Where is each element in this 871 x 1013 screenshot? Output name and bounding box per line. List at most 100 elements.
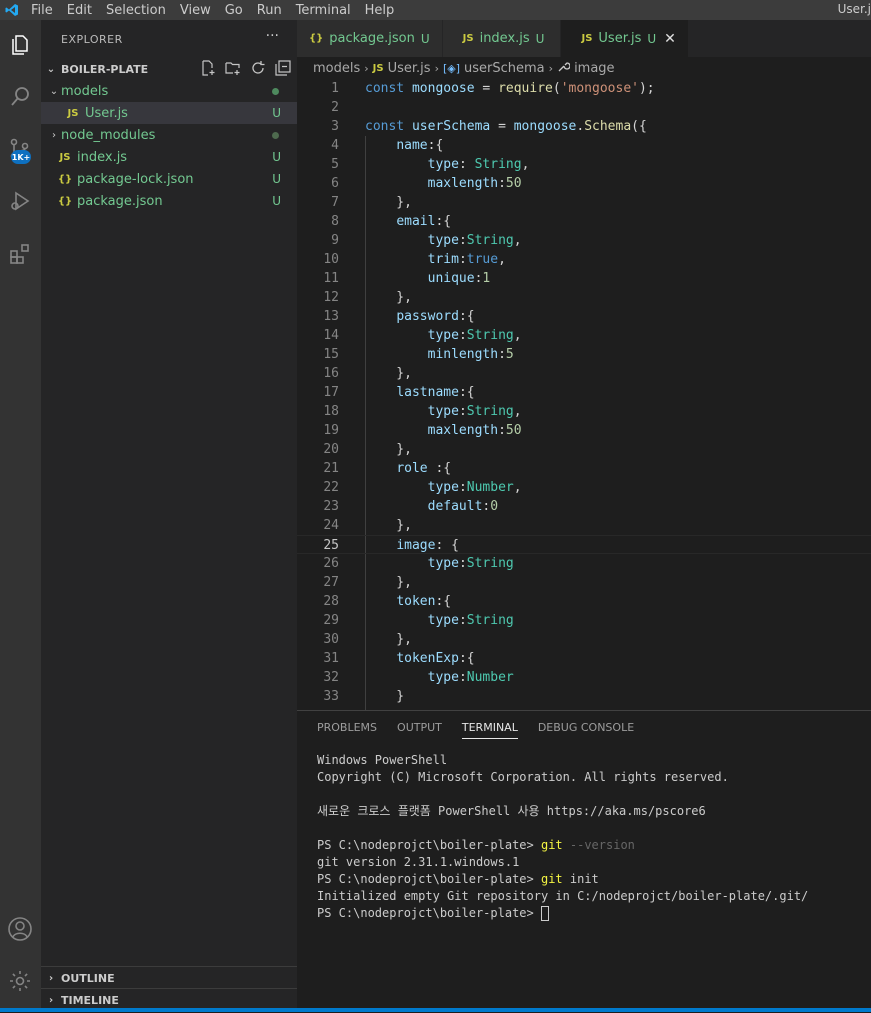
code-line[interactable]: 21 role :{	[297, 459, 871, 478]
menu-file[interactable]: File	[24, 3, 60, 18]
code-line[interactable]: 15 minlength:5	[297, 345, 871, 364]
line-number: 11	[323, 271, 339, 286]
breadcrumb-symbol-userschema[interactable]: userSchema	[464, 61, 545, 76]
editor-tabs: {} package.json U JS index.js U JS User.…	[297, 20, 871, 57]
code-line[interactable]: 27 },	[297, 573, 871, 592]
tree-file-index-js[interactable]: JS index.js U	[41, 146, 297, 168]
code-line[interactable]: 28 token:{	[297, 592, 871, 611]
code-text: type:String,	[427, 328, 522, 343]
code-line[interactable]: 3 const userSchema = mongoose.Schema({	[297, 117, 871, 136]
code-line[interactable]: 33 }	[297, 687, 871, 706]
tree-item-label: package-lock.json	[77, 171, 194, 187]
tree-file-package-json[interactable]: {} package.json U	[41, 190, 297, 212]
code-line[interactable]: 31 tokenExp:{	[297, 649, 871, 668]
code-line[interactable]: 12 },	[297, 288, 871, 307]
code-line[interactable]: 13 password:{	[297, 307, 871, 326]
code-text: email:{	[396, 214, 452, 229]
code-line[interactable]: 10 trim:true,	[297, 250, 871, 269]
code-text: trim:true,	[427, 252, 506, 267]
settings-icon[interactable]	[4, 965, 36, 997]
account-icon[interactable]	[4, 913, 36, 945]
tab-label: package.json	[329, 31, 415, 46]
tree-folder-models[interactable]: ⌄ models	[41, 80, 297, 102]
collapse-all-icon[interactable]	[275, 59, 291, 79]
project-header[interactable]: ⌄ BOILER-PLATE	[41, 58, 297, 80]
more-actions-button[interactable]: ···	[266, 28, 279, 44]
terminal-output[interactable]: Windows PowerShell Copyright (C) Microsof…	[317, 752, 808, 922]
tab-user-js[interactable]: JS User.js U ✕	[561, 20, 689, 57]
code-line[interactable]: 16 },	[297, 364, 871, 383]
tab-terminal[interactable]: TERMINAL	[461, 721, 518, 739]
tab-index-js[interactable]: JS index.js U	[442, 20, 562, 57]
explorer-icon[interactable]	[4, 29, 36, 61]
line-number: 33	[323, 689, 339, 704]
menu-go[interactable]: Go	[218, 3, 250, 18]
chevron-down-icon: ⌄	[46, 63, 56, 75]
breadcrumb-file[interactable]: User.js	[388, 61, 431, 76]
new-file-icon[interactable]	[200, 59, 216, 79]
code-line[interactable]: 18 type:String,	[297, 402, 871, 421]
code-line[interactable]: 9 type:String,	[297, 231, 871, 250]
menu-selection[interactable]: Selection	[99, 3, 173, 18]
code-line[interactable]: 29 type:String	[297, 611, 871, 630]
tree-folder-node-modules[interactable]: › node_modules	[41, 124, 297, 146]
terminal-line: Initialized empty Git repository in C:/n…	[317, 889, 809, 903]
menu-run[interactable]: Run	[250, 3, 289, 18]
code-line[interactable]: 26 type:String	[297, 554, 871, 573]
code-text: unique:1	[427, 271, 491, 286]
code-line[interactable]: 14 type:String,	[297, 326, 871, 345]
menu-help[interactable]: Help	[358, 3, 402, 18]
code-line[interactable]: 8 email:{	[297, 212, 871, 231]
tree-file-package-lock-json[interactable]: {} package-lock.json U	[41, 168, 297, 190]
line-number: 26	[323, 556, 339, 571]
search-icon[interactable]	[4, 81, 36, 113]
code-line[interactable]: 32 type:Number	[297, 668, 871, 687]
code-editor[interactable]: 1 const mongoose = require('mongoose'); 2 3…	[297, 79, 871, 710]
project-name: BOILER-PLATE	[61, 62, 149, 76]
line-number: 15	[323, 347, 339, 362]
breadcrumb-folder[interactable]: models	[313, 61, 360, 76]
code-line[interactable]: 1 const mongoose = require('mongoose');	[297, 79, 871, 98]
code-line[interactable]: 11 unique:1	[297, 269, 871, 288]
code-line[interactable]: 22 type:Number,	[297, 478, 871, 497]
code-line[interactable]: 2	[297, 98, 871, 117]
tab-package-json[interactable]: {} package.json U	[297, 20, 443, 57]
line-number: 28	[323, 594, 339, 609]
menu-bar: File Edit Selection View Go Run Terminal…	[0, 0, 871, 20]
menu-view[interactable]: View	[173, 3, 218, 18]
menu-edit[interactable]: Edit	[60, 3, 99, 18]
terminal-line: PS C:\nodeprojct\boiler-plate> git init	[317, 872, 599, 886]
code-line[interactable]: 5 type: String,	[297, 155, 871, 174]
code-text: lastname:{	[396, 385, 475, 400]
terminal-line: PS C:\nodeprojct\boiler-plate>	[317, 905, 808, 922]
code-line[interactable]: 25 image: {	[297, 535, 871, 554]
new-folder-icon[interactable]	[225, 60, 241, 79]
breadcrumb-symbol-image[interactable]: image	[574, 61, 615, 76]
menu-terminal[interactable]: Terminal	[289, 3, 358, 18]
code-line[interactable]: 24 },	[297, 516, 871, 535]
code-line[interactable]: 23 default:0	[297, 497, 871, 516]
refresh-icon[interactable]	[250, 60, 266, 79]
code-line[interactable]: 30 },	[297, 630, 871, 649]
tree-file-user-js[interactable]: JS User.js U	[41, 102, 297, 124]
outline-section[interactable]: › OUTLINE	[41, 966, 297, 989]
code-line[interactable]: 20 },	[297, 440, 871, 459]
code-line[interactable]: 6 maxlength:50	[297, 174, 871, 193]
code-text: image: {	[396, 538, 459, 553]
git-status-badge: U	[272, 194, 281, 208]
window-title: User.j	[837, 2, 871, 16]
extensions-icon[interactable]	[4, 238, 36, 270]
code-line[interactable]: 17 lastname:{	[297, 383, 871, 402]
tab-problems[interactable]: PROBLEMS	[317, 721, 377, 739]
code-text: type:String	[427, 556, 514, 571]
chevron-down-icon: ⌄	[49, 85, 59, 97]
close-icon[interactable]: ✕	[664, 31, 676, 47]
code-line[interactable]: 19 maxlength:50	[297, 421, 871, 440]
tab-output[interactable]: OUTPUT	[397, 721, 442, 739]
chevron-right-icon: ›	[48, 972, 54, 984]
code-line[interactable]: 4 name:{	[297, 136, 871, 155]
tab-debug-console[interactable]: DEBUG CONSOLE	[538, 721, 634, 739]
code-line[interactable]: 7 },	[297, 193, 871, 212]
run-debug-icon[interactable]	[4, 185, 36, 217]
